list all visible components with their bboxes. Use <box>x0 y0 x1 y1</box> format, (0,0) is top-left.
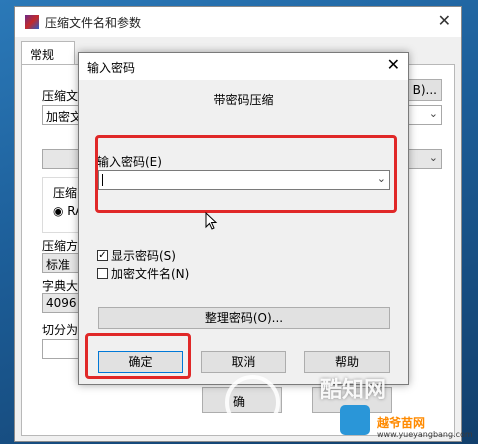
encrypt-names-box-icon <box>97 268 108 279</box>
browse-button-label: B)... <box>412 83 437 97</box>
encrypt-names-checkbox[interactable]: 加密文件名(N) <box>97 265 189 282</box>
back-window-close-icon[interactable]: ✕ <box>438 11 451 30</box>
show-password-label: 显示密码(S) <box>111 249 176 263</box>
organize-passwords-button[interactable]: 整理密码(O)... <box>98 307 390 329</box>
archive-name-chevron-down-icon: ⌄ <box>428 107 438 120</box>
archive-name-value: 加密文 <box>46 110 83 124</box>
enter-password-dialog: 输入密码 ✕ 带密码压缩 输入密码(E) ⌄ ✓ 显示密码(S) 加密文件名(N… <box>78 52 409 385</box>
ok-highlight-box <box>85 333 191 379</box>
format-label: 压缩 <box>53 186 78 200</box>
dialog-close-icon[interactable]: ✕ <box>387 55 400 74</box>
watermark-site-url: www.yueyangbang.com <box>377 430 473 439</box>
dictionary-label: 字典大 <box>42 279 79 293</box>
show-password-checkbox[interactable]: ✓ 显示密码(S) <box>97 247 176 264</box>
cancel-button[interactable]: 取消 <box>201 351 286 373</box>
split-label: 切分为 <box>42 323 79 337</box>
back-window-titlebar: 压缩文件名和参数 ✕ <box>15 7 461 37</box>
winrar-app-icon <box>25 15 39 29</box>
mouse-pointer-icon <box>205 212 218 230</box>
dialog-heading: 带密码压缩 <box>213 93 274 107</box>
watermark-site-icon <box>340 405 370 435</box>
archive-name-label: 压缩文 <box>42 89 79 103</box>
password-highlight-box <box>95 135 397 213</box>
dictionary-value: 4096 <box>46 296 77 310</box>
show-password-check-icon: ✓ <box>97 250 108 261</box>
tab-general[interactable]: 常规 <box>21 41 75 65</box>
dialog-title: 输入密码 <box>87 61 136 75</box>
back-window-title: 压缩文件名和参数 <box>45 16 142 30</box>
watermark-logo <box>225 375 280 430</box>
method-value: 标准 <box>46 258 71 272</box>
watermark-brand: 酷知网 <box>320 378 387 403</box>
help-button[interactable]: 帮助 <box>304 351 390 373</box>
method-label: 压缩方 <box>42 239 79 253</box>
encrypt-names-label: 加密文件名(N) <box>111 267 190 281</box>
watermark-site-name: 越爷苗网 <box>377 416 426 430</box>
profile-chevron-down-icon: ⌄ <box>428 151 438 164</box>
dialog-titlebar: 输入密码 ✕ <box>79 53 408 80</box>
